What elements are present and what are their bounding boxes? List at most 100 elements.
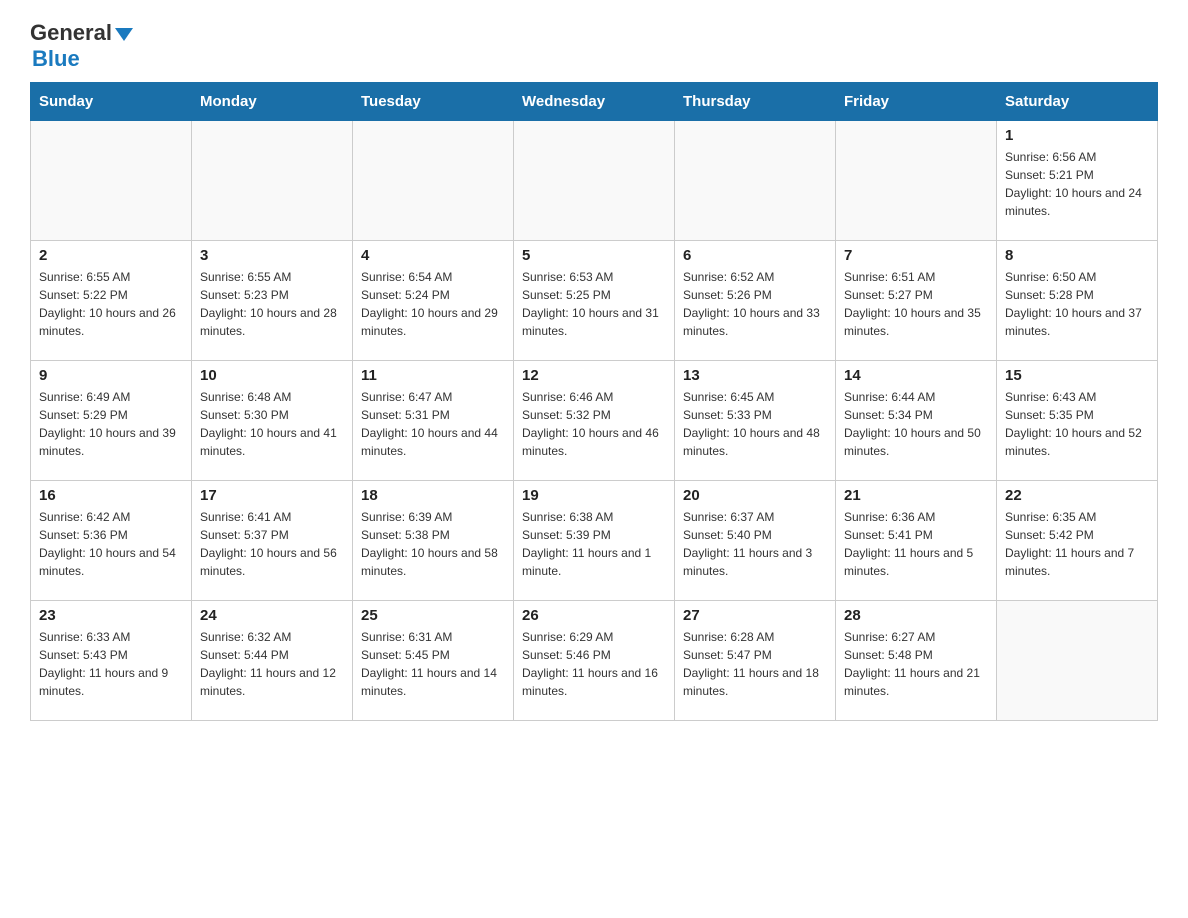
calendar-week-4: 16 Sunrise: 6:42 AM Sunset: 5:36 PM Dayli… bbox=[31, 481, 1158, 601]
logo-blue-text: Blue bbox=[32, 46, 80, 72]
day-info: Sunrise: 6:48 AM Sunset: 5:30 PM Dayligh… bbox=[200, 388, 344, 460]
day-info: Sunrise: 6:32 AM Sunset: 5:44 PM Dayligh… bbox=[200, 628, 344, 700]
day-number: 2 bbox=[39, 247, 183, 264]
day-number: 11 bbox=[361, 367, 505, 384]
weekday-thursday: Thursday bbox=[675, 83, 836, 121]
calendar-week-3: 9 Sunrise: 6:49 AM Sunset: 5:29 PM Daylig… bbox=[31, 361, 1158, 481]
weekday-wednesday: Wednesday bbox=[514, 83, 675, 121]
day-number: 13 bbox=[683, 367, 827, 384]
weekday-friday: Friday bbox=[836, 83, 997, 121]
calendar-cell: 15Sunrise: 6:43 AM Sunset: 5:35 PM Dayli… bbox=[997, 361, 1158, 481]
day-number: 22 bbox=[1005, 487, 1149, 504]
calendar-cell: 21 Sunrise: 6:36 AM Sunset: 5:41 PM Dayli… bbox=[836, 481, 997, 601]
calendar-cell: 9 Sunrise: 6:49 AM Sunset: 5:29 PM Daylig… bbox=[31, 361, 192, 481]
day-number: 8 bbox=[1005, 247, 1149, 264]
day-number: 14 bbox=[844, 367, 988, 384]
calendar-cell: 13 Sunrise: 6:45 AM Sunset: 5:33 PM Dayli… bbox=[675, 361, 836, 481]
day-number: 28 bbox=[844, 607, 988, 624]
calendar-body: 1 Sunrise: 6:56 AM Sunset: 5:21 PM Daylig… bbox=[31, 121, 1158, 721]
day-info: Sunrise: 6:53 AM Sunset: 5:25 PM Dayligh… bbox=[522, 268, 666, 340]
day-number: 20 bbox=[683, 487, 827, 504]
calendar-cell: 27 Sunrise: 6:28 AM Sunset: 5:47 PM Dayli… bbox=[675, 601, 836, 721]
calendar-cell bbox=[353, 121, 514, 241]
weekday-tuesday: Tuesday bbox=[353, 83, 514, 121]
calendar-cell: 1 Sunrise: 6:56 AM Sunset: 5:21 PM Daylig… bbox=[997, 121, 1158, 241]
calendar-cell: 26 Sunrise: 6:29 AM Sunset: 5:46 PM Dayli… bbox=[514, 601, 675, 721]
day-info: Sunrise: 6:28 AM Sunset: 5:47 PM Dayligh… bbox=[683, 628, 827, 700]
day-number: 12 bbox=[522, 367, 666, 384]
calendar-cell: 6 Sunrise: 6:52 AM Sunset: 5:26 PM Daylig… bbox=[675, 241, 836, 361]
day-number: 25 bbox=[361, 607, 505, 624]
day-info: Sunrise: 6:36 AM Sunset: 5:41 PM Dayligh… bbox=[844, 508, 988, 580]
day-info: Sunrise: 6:55 AM Sunset: 5:23 PM Dayligh… bbox=[200, 268, 344, 340]
day-number: 17 bbox=[200, 487, 344, 504]
calendar-cell: 20 Sunrise: 6:37 AM Sunset: 5:40 PM Dayli… bbox=[675, 481, 836, 601]
day-info: Sunrise: 6:45 AM Sunset: 5:33 PM Dayligh… bbox=[683, 388, 827, 460]
weekday-header-row: SundayMondayTuesdayWednesdayThursdayFrid… bbox=[31, 83, 1158, 121]
day-info: Sunrise: 6:43 AM Sunset: 5:35 PM Dayligh… bbox=[1005, 388, 1149, 460]
calendar-cell: 3 Sunrise: 6:55 AM Sunset: 5:23 PM Daylig… bbox=[192, 241, 353, 361]
weekday-sunday: Sunday bbox=[31, 83, 192, 121]
calendar-header: SundayMondayTuesdayWednesdayThursdayFrid… bbox=[31, 83, 1158, 121]
day-number: 16 bbox=[39, 487, 183, 504]
day-info: Sunrise: 6:29 AM Sunset: 5:46 PM Dayligh… bbox=[522, 628, 666, 700]
calendar-cell: 4 Sunrise: 6:54 AM Sunset: 5:24 PM Daylig… bbox=[353, 241, 514, 361]
day-info: Sunrise: 6:41 AM Sunset: 5:37 PM Dayligh… bbox=[200, 508, 344, 580]
day-number: 27 bbox=[683, 607, 827, 624]
calendar-week-2: 2 Sunrise: 6:55 AM Sunset: 5:22 PM Daylig… bbox=[31, 241, 1158, 361]
calendar-cell bbox=[675, 121, 836, 241]
day-info: Sunrise: 6:37 AM Sunset: 5:40 PM Dayligh… bbox=[683, 508, 827, 580]
weekday-monday: Monday bbox=[192, 83, 353, 121]
calendar-cell: 18 Sunrise: 6:39 AM Sunset: 5:38 PM Dayli… bbox=[353, 481, 514, 601]
calendar-cell: 25Sunrise: 6:31 AM Sunset: 5:45 PM Dayli… bbox=[353, 601, 514, 721]
day-number: 1 bbox=[1005, 127, 1149, 144]
day-number: 21 bbox=[844, 487, 988, 504]
day-info: Sunrise: 6:38 AM Sunset: 5:39 PM Dayligh… bbox=[522, 508, 666, 580]
logo-text: General bbox=[30, 20, 112, 46]
day-number: 10 bbox=[200, 367, 344, 384]
day-info: Sunrise: 6:35 AM Sunset: 5:42 PM Dayligh… bbox=[1005, 508, 1149, 580]
calendar-cell: 10 Sunrise: 6:48 AM Sunset: 5:30 PM Dayli… bbox=[192, 361, 353, 481]
logo-arrow-icon bbox=[115, 28, 133, 41]
calendar-cell: 23Sunrise: 6:33 AM Sunset: 5:43 PM Dayli… bbox=[31, 601, 192, 721]
day-info: Sunrise: 6:42 AM Sunset: 5:36 PM Dayligh… bbox=[39, 508, 183, 580]
day-info: Sunrise: 6:33 AM Sunset: 5:43 PM Dayligh… bbox=[39, 628, 183, 700]
day-number: 3 bbox=[200, 247, 344, 264]
calendar-week-1: 1 Sunrise: 6:56 AM Sunset: 5:21 PM Daylig… bbox=[31, 121, 1158, 241]
calendar-cell bbox=[31, 121, 192, 241]
calendar-cell bbox=[514, 121, 675, 241]
calendar-cell: 19 Sunrise: 6:38 AM Sunset: 5:39 PM Dayli… bbox=[514, 481, 675, 601]
day-number: 19 bbox=[522, 487, 666, 504]
day-info: Sunrise: 6:49 AM Sunset: 5:29 PM Dayligh… bbox=[39, 388, 183, 460]
calendar-cell: 28Sunrise: 6:27 AM Sunset: 5:48 PM Dayli… bbox=[836, 601, 997, 721]
calendar-cell: 5 Sunrise: 6:53 AM Sunset: 5:25 PM Daylig… bbox=[514, 241, 675, 361]
calendar-week-5: 23Sunrise: 6:33 AM Sunset: 5:43 PM Dayli… bbox=[31, 601, 1158, 721]
day-info: Sunrise: 6:46 AM Sunset: 5:32 PM Dayligh… bbox=[522, 388, 666, 460]
page-header: General Blue bbox=[30, 20, 1158, 72]
calendar-cell: 2 Sunrise: 6:55 AM Sunset: 5:22 PM Daylig… bbox=[31, 241, 192, 361]
day-info: Sunrise: 6:56 AM Sunset: 5:21 PM Dayligh… bbox=[1005, 148, 1149, 220]
weekday-saturday: Saturday bbox=[997, 83, 1158, 121]
day-info: Sunrise: 6:52 AM Sunset: 5:26 PM Dayligh… bbox=[683, 268, 827, 340]
calendar-cell: 7Sunrise: 6:51 AM Sunset: 5:27 PM Daylig… bbox=[836, 241, 997, 361]
day-info: Sunrise: 6:44 AM Sunset: 5:34 PM Dayligh… bbox=[844, 388, 988, 460]
day-info: Sunrise: 6:47 AM Sunset: 5:31 PM Dayligh… bbox=[361, 388, 505, 460]
day-number: 5 bbox=[522, 247, 666, 264]
day-number: 18 bbox=[361, 487, 505, 504]
calendar-cell: 8Sunrise: 6:50 AM Sunset: 5:28 PM Daylig… bbox=[997, 241, 1158, 361]
calendar-table: SundayMondayTuesdayWednesdayThursdayFrid… bbox=[30, 82, 1158, 721]
day-number: 4 bbox=[361, 247, 505, 264]
day-info: Sunrise: 6:39 AM Sunset: 5:38 PM Dayligh… bbox=[361, 508, 505, 580]
day-number: 26 bbox=[522, 607, 666, 624]
day-info: Sunrise: 6:54 AM Sunset: 5:24 PM Dayligh… bbox=[361, 268, 505, 340]
day-number: 9 bbox=[39, 367, 183, 384]
day-number: 24 bbox=[200, 607, 344, 624]
calendar-cell: 22 Sunrise: 6:35 AM Sunset: 5:42 PM Dayli… bbox=[997, 481, 1158, 601]
day-info: Sunrise: 6:55 AM Sunset: 5:22 PM Dayligh… bbox=[39, 268, 183, 340]
calendar-cell bbox=[997, 601, 1158, 721]
day-number: 6 bbox=[683, 247, 827, 264]
calendar-cell: 24 Sunrise: 6:32 AM Sunset: 5:44 PM Dayli… bbox=[192, 601, 353, 721]
calendar-cell: 16 Sunrise: 6:42 AM Sunset: 5:36 PM Dayli… bbox=[31, 481, 192, 601]
day-info: Sunrise: 6:51 AM Sunset: 5:27 PM Dayligh… bbox=[844, 268, 988, 340]
calendar-cell: 11 Sunrise: 6:47 AM Sunset: 5:31 PM Dayli… bbox=[353, 361, 514, 481]
